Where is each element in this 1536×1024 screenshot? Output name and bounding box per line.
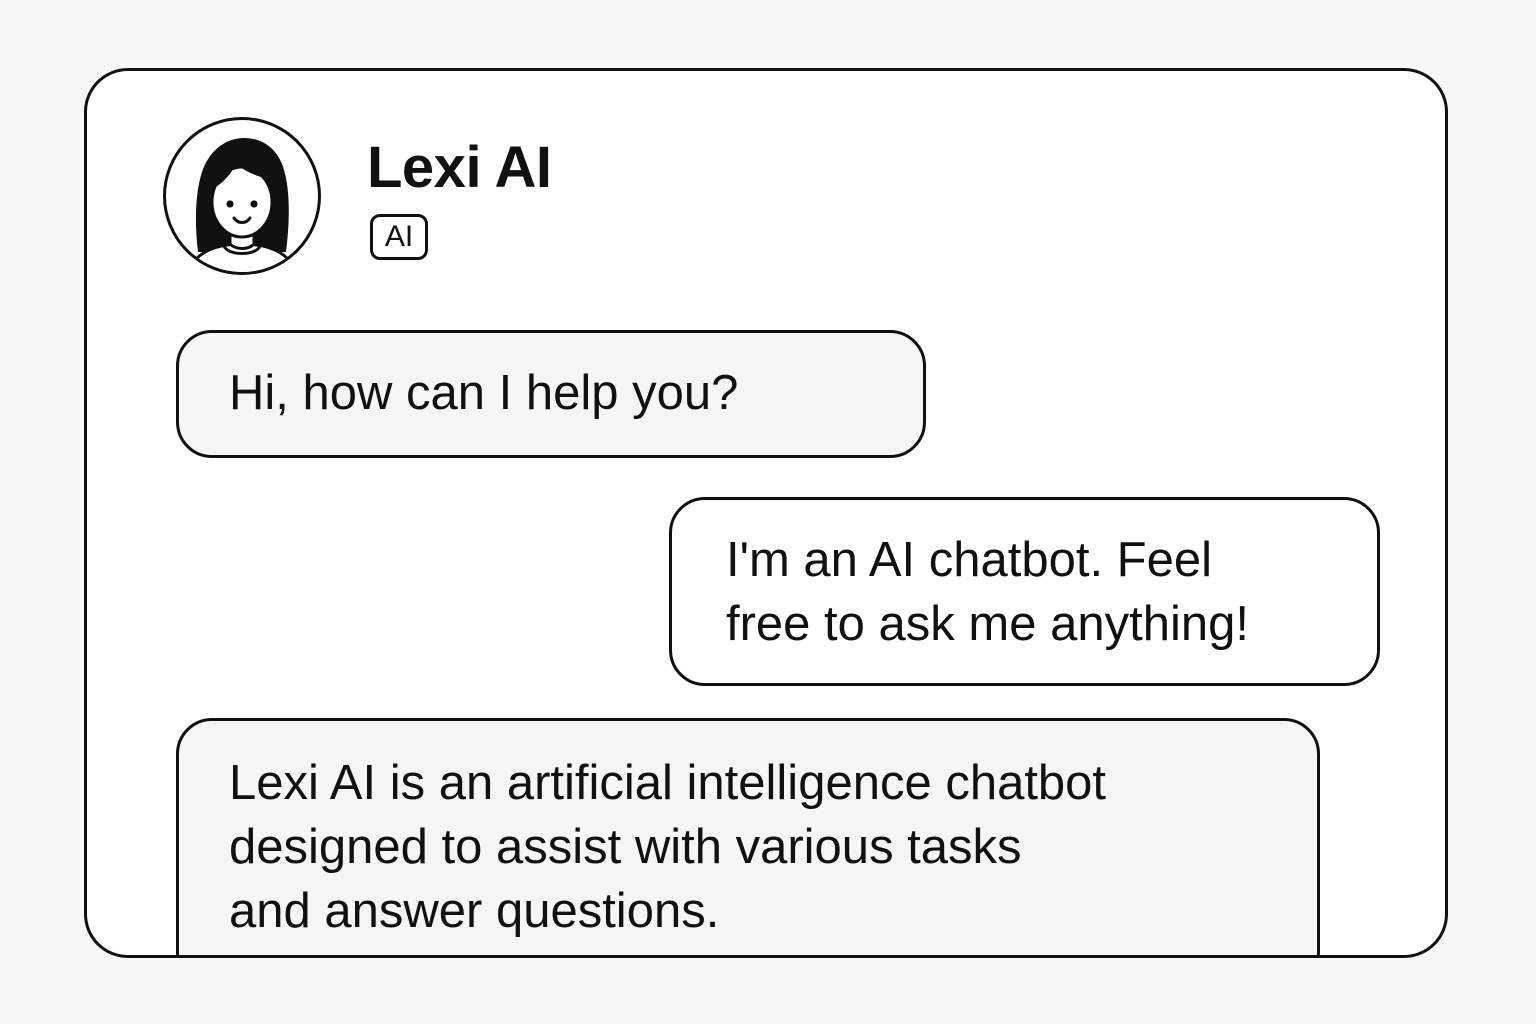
message-text-line: designed to assist with various tasks: [229, 820, 1022, 874]
bot-message-bubble: Hi, how can I help you?: [176, 330, 926, 458]
message-text-line: I'm an AI chatbot. Feel: [726, 533, 1213, 587]
woman-avatar-icon: [163, 117, 321, 275]
message-text-line: Hi, how can I help you?: [229, 366, 739, 420]
message-text-line: and answer questions.: [229, 884, 720, 938]
chat-window: Lexi AI AI Hi, how can I help you? I'm a…: [84, 68, 1448, 958]
ai-badge: AI: [370, 214, 428, 260]
user-message-bubble: I'm an AI chatbot. Feel free to ask me a…: [669, 497, 1380, 686]
message-text-line: Lexi AI is an artificial intelligence ch…: [229, 756, 1107, 810]
bot-name: Lexi AI: [367, 135, 552, 200]
message-text-line: free to ask me anything!: [726, 597, 1249, 651]
bot-message-bubble: Lexi AI is an artificial intelligence ch…: [176, 718, 1320, 955]
